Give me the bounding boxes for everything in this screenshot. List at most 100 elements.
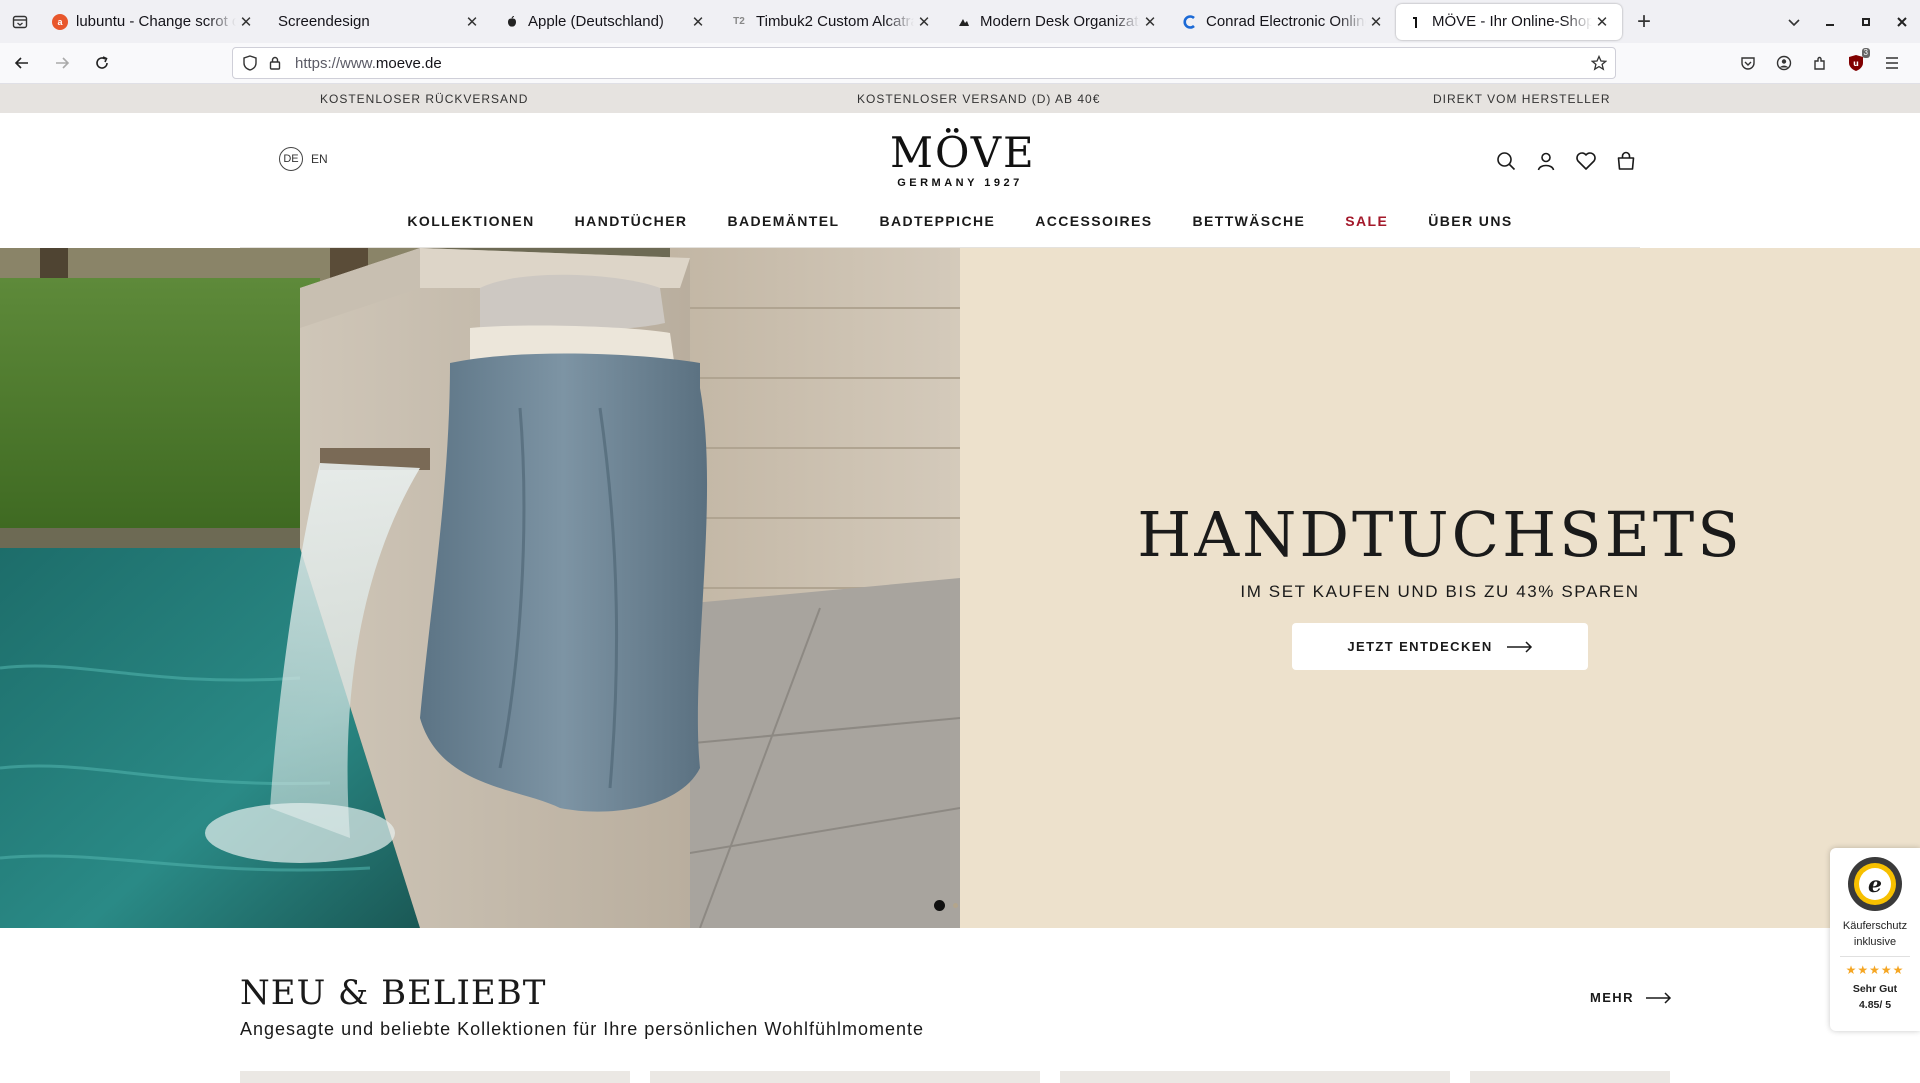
desk-icon (956, 14, 972, 30)
promo-return: KOSTENLOSER RÜCKVERSAND (320, 92, 529, 106)
hero-slider: HANDTUCHSETS IM SET KAUFEN UND BIS ZU 43… (0, 248, 1920, 928)
nav-accessoires[interactable]: ACCESSOIRES (1035, 213, 1152, 229)
browser-tab[interactable]: a lubuntu - Change scrot output ✕ (40, 4, 266, 40)
user-account-icon[interactable] (1534, 149, 1558, 173)
buyer-protection-text: Käuferschutz inklusive (1842, 920, 1908, 948)
wishlist-heart-icon[interactable] (1574, 149, 1598, 173)
account-icon[interactable] (1766, 47, 1802, 79)
minimize-icon[interactable] (1812, 4, 1848, 40)
pocket-icon[interactable] (1730, 47, 1766, 79)
tab-title: Screendesign (278, 13, 370, 30)
lock-icon[interactable] (269, 56, 281, 70)
shopping-bag-icon[interactable] (1614, 149, 1638, 173)
slider-dot-active[interactable] (934, 900, 945, 911)
tracking-shield-icon[interactable] (243, 55, 257, 71)
nav-bademaentel[interactable]: BADEMÄNTEL (727, 213, 839, 229)
svg-text:u: u (1853, 59, 1859, 68)
hero-subtitle: IM SET KAUFEN UND BIS ZU 43% SPAREN (1240, 582, 1640, 601)
nav-bettwaesche[interactable]: BETTWÄSCHE (1193, 213, 1306, 229)
promo-direct: DIREKT VOM HERSTELLER (1433, 92, 1611, 106)
close-tab-icon[interactable]: ✕ (1366, 12, 1386, 32)
rating-stars: ★★★★★ (1845, 963, 1905, 977)
slider-dots (934, 900, 958, 911)
lang-en[interactable]: EN (311, 152, 328, 166)
nav-badteppiche[interactable]: BADTEPPICHE (879, 213, 995, 229)
browser-tab[interactable]: Screendesign ✕ (266, 4, 492, 40)
ublock-extension-icon[interactable]: u 3 (1838, 47, 1874, 79)
product-cards-row (240, 1071, 1670, 1083)
nav-ueber-uns[interactable]: ÜBER UNS (1428, 213, 1512, 229)
close-tab-icon[interactable]: ✕ (1592, 12, 1612, 32)
new-popular-section: NEU & BELIEBT Angesagte und beliebte Kol… (0, 928, 1920, 1083)
timbuk2-icon: T2 (733, 16, 745, 27)
arrow-right-icon (1506, 640, 1532, 653)
trusted-shops-badge[interactable]: e Käuferschutz inklusive ★★★★★ Sehr Gut … (1830, 848, 1920, 1031)
tab-title: lubuntu - Change scrot output (76, 13, 236, 30)
hero-cta-button[interactable]: JETZT ENTDECKEN (1292, 623, 1588, 670)
section-subtitle: Angesagte und beliebte Kollektionen für … (240, 1019, 925, 1039)
tab-title: Conrad Electronic Online (1206, 13, 1366, 30)
close-tab-icon[interactable]: ✕ (914, 12, 934, 32)
tab-title: MÖVE - Ihr Online-Shop für (1432, 13, 1592, 30)
browser-tab-active[interactable]: MÖVE - Ihr Online-Shop für ✕ (1396, 3, 1622, 40)
hero-image[interactable] (0, 248, 960, 928)
main-navigation: KOLLEKTIONEN HANDTÜCHER BADEMÄNTEL BADTE… (0, 213, 1920, 229)
promo-shipping: KOSTENLOSER VERSAND (D) AB 40€ (857, 92, 1101, 106)
tab-list-icon[interactable] (0, 0, 40, 43)
more-link[interactable]: MEHR (1590, 990, 1672, 1005)
browser-tab[interactable]: T2 Timbuk2 Custom Alcatraz ✕ (718, 4, 944, 40)
browser-tab-bar: a lubuntu - Change scrot output ✕ Screen… (0, 0, 1920, 43)
close-tab-icon[interactable]: ✕ (236, 12, 256, 32)
hamburger-menu-icon[interactable] (1874, 47, 1910, 79)
slider-dot[interactable] (953, 903, 958, 908)
site-logo[interactable]: MÖVE GERMANY 1927 (890, 128, 1036, 190)
new-tab-button[interactable]: + (1626, 4, 1662, 40)
site-header: DE EN MÖVE GERMANY 1927 KOLLEKTIONEN HAN… (0, 113, 1920, 248)
bookmark-star-icon[interactable] (1591, 55, 1607, 71)
conrad-icon (1182, 14, 1198, 30)
language-switch: DE EN (279, 147, 328, 171)
nav-handtuecher[interactable]: HANDTÜCHER (575, 213, 688, 229)
product-card[interactable] (240, 1071, 630, 1083)
nav-sale[interactable]: SALE (1345, 213, 1388, 229)
apple-icon (504, 14, 520, 30)
extensions-icon[interactable] (1802, 47, 1838, 79)
close-tab-icon[interactable]: ✕ (688, 12, 708, 32)
badge-divider (1840, 956, 1910, 957)
browser-tab[interactable]: Modern Desk Organization ✕ (944, 4, 1170, 40)
search-icon[interactable] (1494, 149, 1518, 173)
back-arrow-icon[interactable] (4, 47, 40, 79)
extension-badge: 3 (1861, 48, 1870, 58)
tab-title: Apple (Deutschland) (528, 13, 664, 30)
tab-title: Timbuk2 Custom Alcatraz (756, 13, 914, 30)
forward-arrow-icon[interactable] (44, 47, 80, 79)
trusted-shops-seal-icon: e (1847, 856, 1903, 912)
maximize-icon[interactable] (1848, 4, 1884, 40)
close-window-icon[interactable] (1884, 4, 1920, 40)
lang-de[interactable]: DE (279, 147, 303, 171)
browser-tab[interactable]: Apple (Deutschland) ✕ (492, 4, 718, 40)
hero-title: HANDTUCHSETS (1137, 498, 1743, 571)
browser-tab[interactable]: Conrad Electronic Online ✕ (1170, 4, 1396, 40)
hero-cta-label: JETZT ENTDECKEN (1347, 639, 1493, 654)
rating-text: Sehr Gut 4.85/ 5 (1852, 983, 1898, 1011)
close-tab-icon[interactable]: ✕ (1140, 12, 1160, 32)
svg-text:e: e (1868, 872, 1882, 898)
tab-title: Modern Desk Organization (980, 13, 1140, 30)
reload-icon[interactable] (84, 47, 120, 79)
ask-icon: a (52, 13, 68, 30)
promo-bar: KOSTENLOSER RÜCKVERSAND KOSTENLOSER VERS… (0, 84, 1920, 113)
section-title: NEU & BELIEBT (240, 973, 547, 1013)
tab-overflow-chevron-icon[interactable] (1776, 4, 1812, 40)
product-card[interactable] (1470, 1071, 1670, 1083)
url-text: https://www.moeve.de (295, 54, 442, 72)
product-card[interactable] (1060, 1071, 1450, 1083)
more-label: MEHR (1590, 990, 1634, 1005)
logo-subline: GERMANY 1927 (897, 177, 1023, 189)
address-bar[interactable]: https://www.moeve.de (232, 47, 1616, 79)
close-tab-icon[interactable]: ✕ (462, 12, 482, 32)
nav-kollektionen[interactable]: KOLLEKTIONEN (407, 213, 534, 229)
logo-wordmark: MÖVE (890, 128, 1036, 177)
arrow-right-icon (1645, 991, 1671, 1004)
product-card[interactable] (650, 1071, 1040, 1083)
